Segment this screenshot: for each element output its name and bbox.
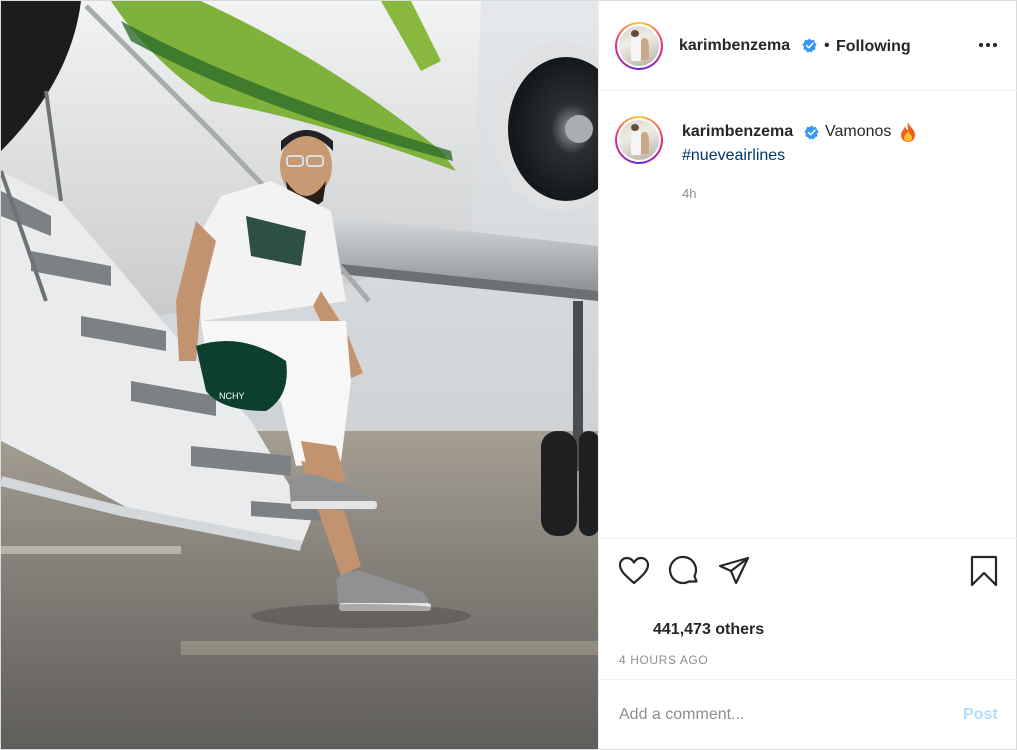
avatar-photo [619, 26, 659, 66]
post-timestamp: 4 HOURS AGO [619, 653, 709, 667]
caption-hashtag-link[interactable]: #nueveairlines [682, 147, 785, 165]
verified-badge-icon [804, 125, 819, 140]
comment-form: Post [599, 679, 1017, 749]
photo-illustration: NCHY [1, 1, 598, 749]
instagram-post-modal: NCHY karimbenzema • Following karimbenze… [0, 0, 1017, 750]
comment-icon[interactable] [667, 554, 701, 588]
fire-icon [900, 122, 916, 142]
caption-time-ago: 4h [682, 186, 697, 201]
caption-author-avatar[interactable] [615, 116, 663, 164]
paper-plane-icon[interactable] [717, 554, 751, 588]
post-caption: karimbenzema Vamonos #nueveairlines 4h [599, 92, 1017, 538]
svg-text:NCHY: NCHY [219, 391, 245, 401]
post-comment-button[interactable]: Post [963, 706, 998, 724]
comment-input[interactable] [619, 702, 939, 728]
post-side-panel: karimbenzema • Following karimbenzema Va… [598, 1, 1017, 749]
post-actions: 441,473 others 4 HOURS AGO [599, 538, 1017, 679]
author-avatar[interactable] [615, 22, 663, 70]
caption-text: Vamonos [825, 123, 892, 140]
bookmark-icon[interactable] [967, 554, 1001, 588]
following-button[interactable]: Following [836, 38, 911, 56]
heart-icon[interactable] [617, 554, 651, 588]
more-options-icon[interactable] [976, 33, 1000, 57]
post-photo[interactable]: NCHY [1, 1, 598, 749]
likes-count[interactable]: 441,473 others [653, 621, 764, 639]
verified-badge-icon [802, 38, 817, 53]
avatar-photo [619, 120, 659, 160]
author-username[interactable]: karimbenzema [679, 37, 790, 55]
post-header: karimbenzema • Following [599, 1, 1017, 91]
caption-username[interactable]: karimbenzema [682, 123, 793, 141]
header-separator: • [824, 37, 830, 54]
